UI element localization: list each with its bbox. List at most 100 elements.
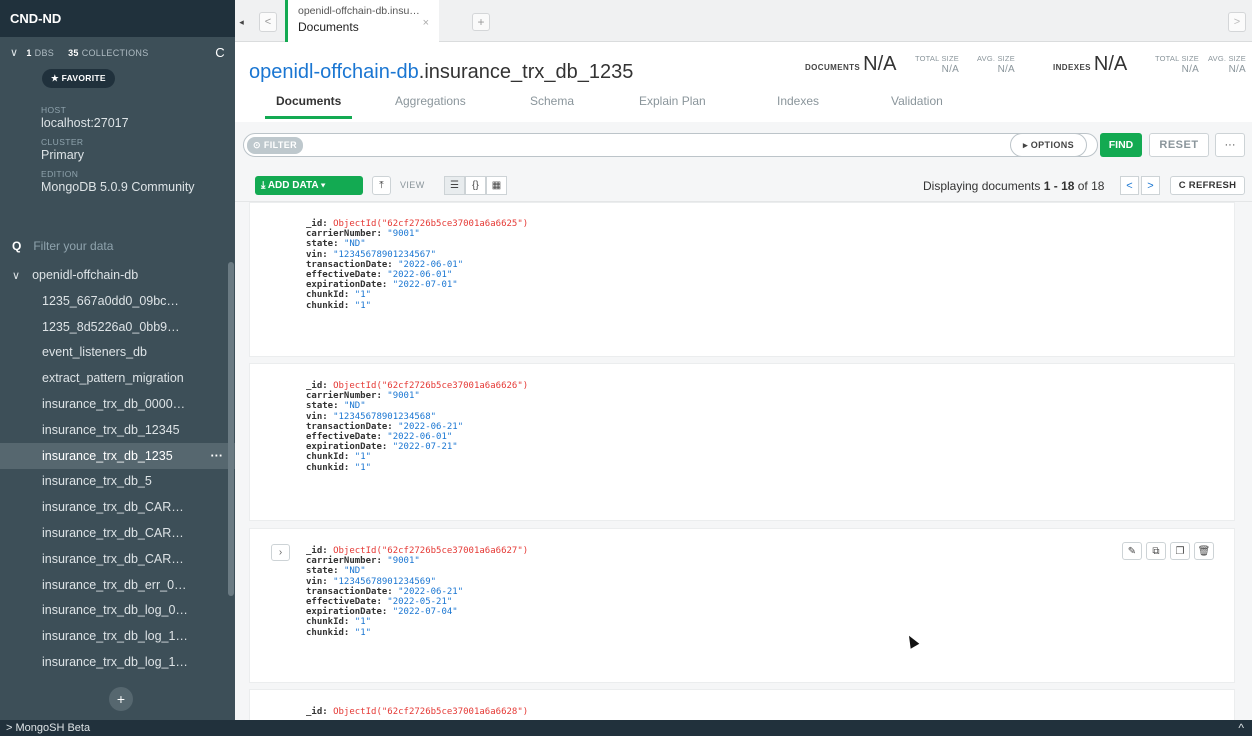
- prev-page-icon[interactable]: <: [1120, 176, 1139, 195]
- refresh-button[interactable]: C REFRESH: [1170, 176, 1245, 195]
- add-database-button[interactable]: +: [109, 687, 133, 711]
- tab-validation[interactable]: Validation: [891, 94, 943, 118]
- sidebar-toggle-icon[interactable]: ◂: [238, 12, 245, 32]
- document-field: state: "ND": [306, 239, 528, 249]
- pager-suffix: of 18: [1074, 179, 1105, 193]
- field-value: "2022-07-21": [392, 442, 458, 453]
- tabs-left-button[interactable]: <: [259, 12, 277, 32]
- database-item[interactable]: ∨ openidl-offchain-db: [0, 262, 235, 288]
- collection-label: insurance_trx_db_CAR…: [42, 526, 184, 541]
- sidebar-item-collection[interactable]: insurance_trx_db_CAR…: [0, 546, 235, 572]
- list-view-icon[interactable]: ☰: [444, 176, 465, 195]
- clone-icon[interactable]: ❐: [1170, 542, 1190, 560]
- options-button[interactable]: ▸ OPTIONS: [1010, 133, 1087, 157]
- copy-icon[interactable]: ⧉: [1146, 542, 1166, 560]
- document-field: _id: ObjectId("62cf2726b5ce37001a6a6626"…: [306, 381, 528, 391]
- chevron-down-icon[interactable]: ∨: [10, 46, 18, 59]
- collection-label: insurance_trx_db_5: [42, 474, 152, 489]
- sidebar-item-collection[interactable]: extract_pattern_migration: [0, 365, 235, 391]
- sidebar-item-collection[interactable]: insurance_trx_db_12345: [0, 417, 235, 443]
- documents-scrollbar[interactable]: [1245, 202, 1250, 720]
- next-page-icon[interactable]: >: [1141, 176, 1160, 195]
- field-value: "1": [354, 627, 372, 638]
- sidebar-item-collection[interactable]: insurance_trx_db_log_1…: [0, 649, 235, 675]
- collection-label: insurance_trx_db_log_1…: [42, 629, 188, 644]
- delete-icon[interactable]: 🗑: [1194, 542, 1214, 560]
- sidebar-item-collection[interactable]: insurance_trx_db_1235 ···: [0, 442, 235, 469]
- json-view-icon[interactable]: {}: [465, 176, 486, 195]
- tab-indexes[interactable]: Indexes: [777, 94, 819, 118]
- tab-aggregations[interactable]: Aggregations: [395, 94, 466, 118]
- filter-input[interactable]: ⊙ FILTER: [243, 133, 1098, 157]
- database-name: openidl-offchain-db: [32, 268, 139, 282]
- indexes-avg-size: AVG. SIZE N/A: [1208, 53, 1246, 75]
- sidebar-scrollbar[interactable]: [228, 262, 234, 596]
- field-key: chunkId:: [306, 452, 355, 463]
- field-value: "2022-05-21": [387, 597, 453, 608]
- sidebar-item-collection[interactable]: insurance_trx_db_5: [0, 469, 235, 495]
- reset-button[interactable]: RESET: [1149, 133, 1209, 157]
- field-value: "2022-06-01": [387, 432, 453, 443]
- query-bar: ⊙ FILTER ▸ OPTIONS FIND RESET ··· ⤓ ADD …: [235, 122, 1252, 202]
- documents-count: N/A: [863, 53, 897, 75]
- collection-label: insurance_trx_db_err_0…: [42, 577, 187, 592]
- sidebar-item-collection[interactable]: insurance_trx_db_log_0…: [0, 598, 235, 624]
- field-key: vin:: [306, 576, 334, 587]
- field-value: "12345678901234567": [333, 249, 437, 260]
- document-card[interactable]: _id: ObjectId("62cf2726b5ce37001a6a6626"…: [249, 363, 1235, 521]
- total-size-value: N/A: [941, 64, 959, 75]
- collection-label: insurance_trx_db_log_0…: [42, 603, 188, 618]
- mongosh-bar[interactable]: > MongoSH Beta ^: [0, 720, 1252, 736]
- export-icon[interactable]: ⤒: [372, 176, 391, 195]
- chevron-down-icon[interactable]: ∨: [12, 269, 20, 282]
- sidebar-item-collection[interactable]: event_listeners_db: [0, 340, 235, 366]
- search-icon: Q: [12, 239, 22, 253]
- sidebar-item-collection[interactable]: insurance_trx_db_err_0…: [0, 572, 235, 598]
- field-value: "9001": [387, 391, 420, 402]
- sidebar-item-collection[interactable]: insurance_trx_db_0000…: [0, 391, 235, 417]
- collection-label: 1235_667a0dd0_09bc…: [42, 293, 179, 308]
- new-tab-button[interactable]: +: [472, 13, 490, 31]
- mongosh-label[interactable]: > MongoSH Beta: [6, 722, 90, 734]
- field-value: "1": [354, 462, 372, 473]
- document-card[interactable]: _id: ObjectId("62cf2726b5ce37001a6a6628"…: [249, 689, 1235, 720]
- field-value: "2022-07-04": [392, 607, 458, 618]
- sidebar-item-collection[interactable]: 1235_667a0dd0_09bc…: [0, 288, 235, 314]
- sidebar-item-collection[interactable]: insurance_trx_db_CAR…: [0, 494, 235, 520]
- tabs-right-button[interactable]: >: [1228, 12, 1246, 32]
- sidebar-item-collection[interactable]: insurance_trx_db_log_1…: [0, 623, 235, 649]
- document-card[interactable]: _id: ObjectId("62cf2726b5ce37001a6a6625"…: [249, 202, 1235, 357]
- tab-schema[interactable]: Schema: [530, 94, 574, 118]
- documents-total-size: TOTAL SIZE N/A: [915, 53, 959, 75]
- document-field: _id: ObjectId("62cf2726b5ce37001a6a6627"…: [306, 546, 528, 556]
- expand-document-icon[interactable]: ›: [271, 544, 290, 561]
- documents-avg-size: AVG. SIZE N/A: [977, 53, 1015, 75]
- table-view-icon[interactable]: ▦: [486, 176, 507, 195]
- collections-label: COLLECTIONS: [81, 47, 149, 58]
- close-icon[interactable]: ×: [423, 17, 429, 29]
- document-field: chunkId: "1": [306, 452, 528, 462]
- sidebar-item-collection[interactable]: insurance_trx_db_CAR…: [0, 520, 235, 546]
- instance-name[interactable]: CND-ND: [0, 0, 235, 37]
- database-link[interactable]: openidl-offchain-db: [249, 61, 419, 83]
- refresh-icon[interactable]: C: [215, 45, 225, 60]
- more-options-button[interactable]: ···: [1215, 133, 1245, 157]
- document-field: _id: ObjectId("62cf2726b5ce37001a6a6625"…: [306, 219, 528, 229]
- field-key: state:: [306, 239, 344, 250]
- field-key: carrierNumber:: [306, 229, 388, 240]
- sidebar-item-collection[interactable]: 1235_8d5226a0_0bb9…: [0, 314, 235, 340]
- document-card[interactable]: _id: ObjectId("62cf2726b5ce37001a6a6627"…: [249, 528, 1235, 683]
- favorite-button[interactable]: ★ FAVORITE: [42, 69, 115, 88]
- workspace-tabbar: ◂ < openidl-offchain-db.insu… Documents …: [235, 0, 1252, 42]
- tab-documents[interactable]: Documents: [265, 94, 353, 119]
- filter-placeholder[interactable]: Filter your data: [33, 239, 113, 253]
- tab-collection[interactable]: openidl-offchain-db.insu… Documents ×: [285, 0, 439, 42]
- collection-menu-icon[interactable]: ···: [211, 449, 224, 463]
- edit-icon[interactable]: ✎: [1122, 542, 1142, 560]
- chevron-up-icon[interactable]: ^: [1238, 721, 1244, 735]
- tab-explain-plan[interactable]: Explain Plan: [639, 94, 706, 118]
- field-key: effectiveDate:: [306, 432, 388, 443]
- sidebar-filter[interactable]: Q Filter your data: [0, 233, 235, 259]
- find-button[interactable]: FIND: [1100, 133, 1142, 157]
- add-data-button[interactable]: ⤓ ADD DATA ▾: [255, 176, 363, 195]
